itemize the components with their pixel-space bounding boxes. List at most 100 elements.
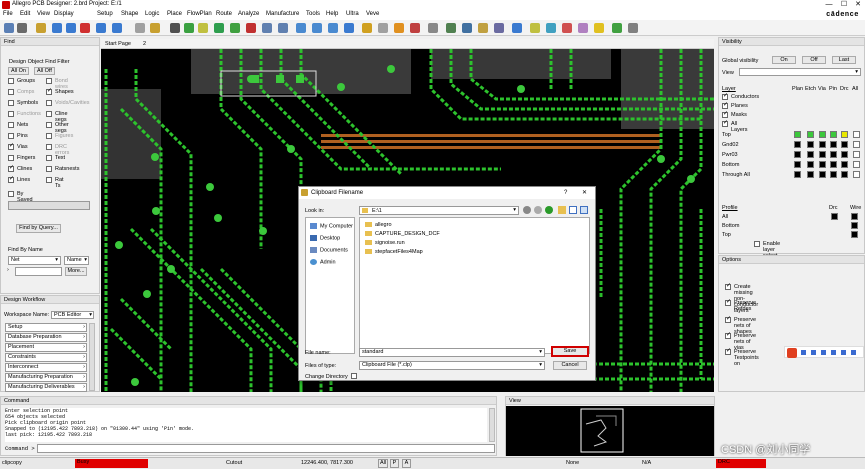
detail-view-icon[interactable]: [580, 206, 588, 214]
light-icon[interactable]: [594, 23, 604, 33]
shadow-icon[interactable]: [394, 23, 404, 33]
checkbox-icon[interactable]: [8, 133, 14, 139]
world-view-canvas[interactable]: [506, 406, 714, 456]
save-button[interactable]: Save: [551, 346, 589, 357]
undo-icon[interactable]: [96, 23, 106, 33]
all-off-button[interactable]: All Off: [34, 67, 55, 75]
layer-color-swatch[interactable]: [794, 151, 801, 158]
group-icon[interactable]: [612, 23, 622, 33]
find-item-cline-segs[interactable]: Cline segs: [46, 111, 68, 123]
menu-view[interactable]: View: [37, 11, 50, 17]
cancel-button[interactable]: Cancel: [553, 361, 587, 370]
checkbox-icon[interactable]: [46, 78, 52, 84]
text-edit-icon[interactable]: [530, 23, 540, 33]
layer-filter-all[interactable]: All Layers: [722, 120, 748, 133]
menu-help[interactable]: Help: [326, 11, 338, 17]
menu-flowplan[interactable]: FlowPlan: [187, 11, 212, 17]
workflow-item[interactable]: Interconnect ›: [5, 363, 87, 372]
find-item-voids[interactable]: Voids/Cavities: [46, 100, 90, 107]
checkbox-icon[interactable]: [8, 191, 14, 197]
checkbox-icon[interactable]: [46, 88, 52, 95]
find-item-functions[interactable]: Functions: [8, 111, 41, 118]
status-a-button[interactable]: A: [402, 459, 411, 468]
find-item-shapes[interactable]: Shapes: [46, 88, 74, 96]
name-type-select[interactable]: Name ▾: [64, 256, 89, 265]
layer-filter-masks[interactable]: Masks: [722, 111, 747, 119]
layer-filter-planes[interactable]: Planes: [722, 102, 748, 110]
saved-query-select[interactable]: [8, 201, 90, 210]
layer-color-swatch[interactable]: [819, 131, 826, 138]
maximize-button[interactable]: ☐: [837, 0, 851, 10]
visibility-last-button[interactable]: Last: [832, 56, 856, 64]
find-item-bond-wires[interactable]: Bond wires: [46, 78, 68, 90]
checkbox-icon[interactable]: [46, 100, 52, 106]
ime-icon[interactable]: [851, 350, 856, 355]
sogou-icon[interactable]: [787, 348, 797, 358]
redo-icon[interactable]: [112, 23, 122, 33]
file-name-input[interactable]: standard ▾: [359, 348, 545, 357]
layer-color-swatch[interactable]: [819, 171, 826, 178]
layer-color-swatch[interactable]: [807, 161, 814, 168]
3d-view-icon[interactable]: [362, 23, 372, 33]
zoom-out-icon[interactable]: [278, 23, 288, 33]
workflow-item[interactable]: Constraints ›: [5, 353, 87, 362]
place-desktop[interactable]: Desktop: [310, 235, 340, 241]
slide-icon[interactable]: [184, 23, 194, 33]
file-item[interactable]: CAPTURE_DESIGN_DCF: [365, 231, 440, 237]
command-input[interactable]: [37, 444, 495, 453]
files-of-type-select[interactable]: Clipboard File (*.clp) ▾: [359, 361, 545, 370]
status-all[interactable]: All: [378, 459, 388, 468]
checkbox-icon[interactable]: [8, 155, 14, 161]
layer-color-swatch[interactable]: [841, 161, 848, 168]
delete-icon[interactable]: [80, 23, 90, 33]
profile-swatch[interactable]: [851, 222, 858, 229]
visibility-on-button[interactable]: On: [772, 56, 796, 64]
layer-color-swatch[interactable]: [853, 171, 860, 178]
layer-color-swatch[interactable]: [853, 131, 860, 138]
find-item-vias[interactable]: Vias: [8, 143, 28, 151]
option-preserve-nets-vias[interactable]: Preserve nets of vias: [725, 332, 756, 351]
layer-color-swatch[interactable]: [830, 161, 837, 168]
layer-color-swatch[interactable]: [830, 141, 837, 148]
shape-icon[interactable]: [214, 23, 224, 33]
checkbox-icon[interactable]: [46, 155, 52, 161]
layer-color-swatch[interactable]: [807, 151, 814, 158]
menu-tools[interactable]: Tools: [306, 11, 320, 17]
list-view-icon[interactable]: [569, 206, 577, 214]
color-icon[interactable]: [378, 23, 388, 33]
edit-icon[interactable]: [36, 23, 46, 33]
fix-icon[interactable]: [562, 23, 572, 33]
layer-color-swatch[interactable]: [853, 161, 860, 168]
find-item-ratsnests[interactable]: Ratsnests: [46, 166, 79, 173]
tab-start-page[interactable]: Start Page: [105, 41, 131, 47]
menu-display[interactable]: Display: [54, 11, 74, 17]
find-item-pins[interactable]: Pins: [8, 133, 28, 140]
place-my-computer[interactable]: My Computer: [310, 223, 353, 229]
ime-icon[interactable]: [801, 350, 806, 355]
ime-icon[interactable]: [841, 350, 846, 355]
menu-file[interactable]: File: [3, 11, 13, 17]
checkbox-icon[interactable]: [46, 111, 52, 117]
help-button[interactable]: ?: [564, 187, 567, 199]
pad-icon[interactable]: [546, 23, 556, 33]
ime-icon[interactable]: [811, 350, 816, 355]
constraint-icon[interactable]: [446, 23, 456, 33]
layer-color-swatch[interactable]: [807, 141, 814, 148]
status-p-button[interactable]: P: [390, 459, 399, 468]
place-documents[interactable]: Documents: [310, 247, 348, 253]
zoom-previous-icon[interactable]: [328, 23, 338, 33]
option-create-missing-layers[interactable]: Create missing non-conductor layers: [725, 283, 758, 314]
snap-icon[interactable]: [628, 23, 638, 33]
find-item-rat-ts[interactable]: Rat Ts: [46, 177, 64, 189]
find-item-groups[interactable]: Groups: [8, 78, 35, 85]
measure-icon[interactable]: [428, 23, 438, 33]
microphone-icon[interactable]: [821, 350, 826, 355]
move-icon[interactable]: [52, 23, 62, 33]
more-button[interactable]: More...: [65, 267, 87, 276]
find-item-fingers[interactable]: Fingers: [8, 155, 35, 162]
find-name-input[interactable]: [15, 267, 62, 276]
look-in-select[interactable]: E:\1 ▾: [359, 206, 519, 215]
back-icon[interactable]: [523, 206, 531, 214]
zoom-in-icon[interactable]: [262, 23, 272, 33]
layer-color-swatch[interactable]: [853, 141, 860, 148]
